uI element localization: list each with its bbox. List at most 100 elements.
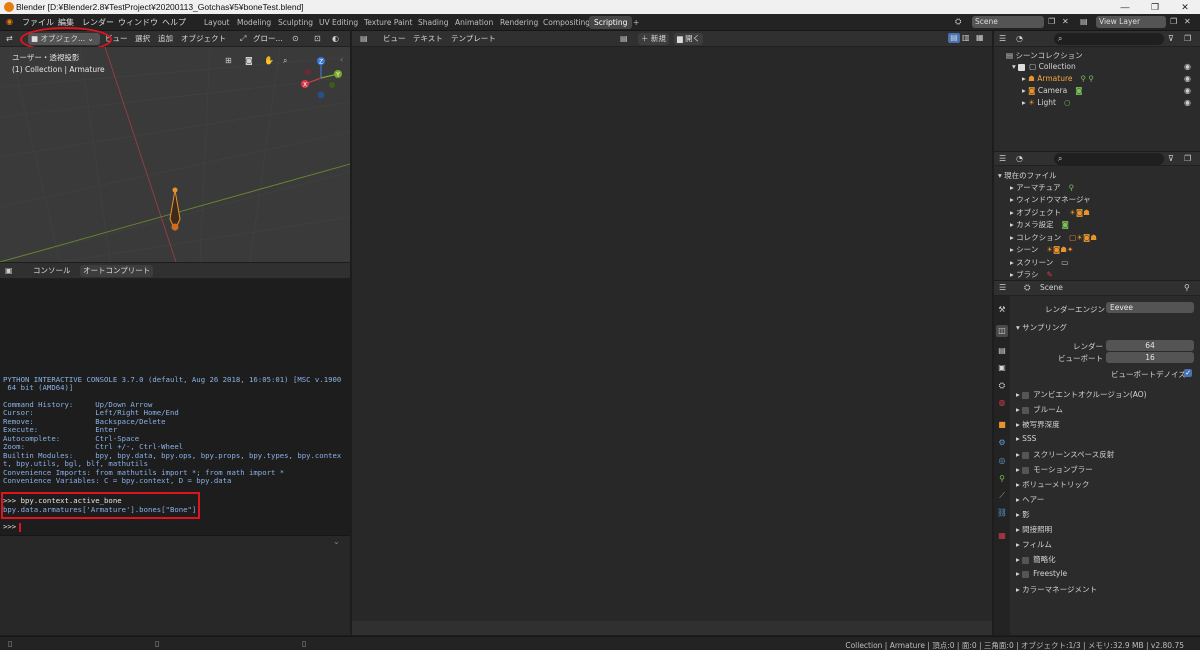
tab-animation[interactable]: Animation xyxy=(450,16,498,29)
display-mode-icon[interactable]: ◔ xyxy=(1016,154,1023,164)
tool-tab-icon[interactable]: ⚒ xyxy=(996,304,1008,316)
collection-row[interactable]: ▾ ▢ Collection xyxy=(1012,62,1076,71)
render-engine-select[interactable]: Eevee xyxy=(1106,302,1194,313)
list-item[interactable]: ▸ スクリーン ▭ xyxy=(1010,257,1068,268)
scene-selector[interactable]: Scene xyxy=(972,16,1044,28)
section-indirect-lighting[interactable]: ▸ 間接照明 xyxy=(1016,524,1052,535)
navigation-gizmo[interactable]: Z Y X xyxy=(296,53,346,103)
render-samples-field[interactable]: 64 xyxy=(1106,340,1194,351)
editor-type-icon[interactable]: ⇄ xyxy=(6,34,13,44)
camera-view-icon[interactable]: ◙ xyxy=(245,56,253,66)
word-wrap-icon[interactable]: ▥ xyxy=(962,33,970,43)
scene-tab-icon[interactable]: ⛭ xyxy=(996,380,1008,392)
armature-row[interactable]: ▸ ☗ Armature ⚲ ⚲ xyxy=(1022,74,1094,83)
visibility-eye-icon[interactable]: ◉ xyxy=(1184,62,1191,72)
menu-render[interactable]: レンダー xyxy=(82,17,114,28)
visibility-eye-icon[interactable]: ◉ xyxy=(1184,74,1191,84)
grid-view-icon[interactable]: ⊞ xyxy=(225,56,232,66)
tab-sculpting[interactable]: Sculpting xyxy=(273,16,318,29)
proportional-edit-icon[interactable]: ◐ xyxy=(332,34,339,44)
camera-row[interactable]: ▸ ◙ Camera ◙ xyxy=(1022,86,1083,95)
visibility-eye-icon[interactable]: ◉ xyxy=(1184,86,1191,96)
view-layer-tab-icon[interactable]: ▣ xyxy=(996,362,1008,374)
tab-layout[interactable]: Layout xyxy=(199,16,235,29)
pivot-icon[interactable]: ⊙ xyxy=(292,34,299,44)
section-volumetrics[interactable]: ▸ ボリューメトリック xyxy=(1016,479,1089,490)
tab-scripting[interactable]: Scripting xyxy=(589,16,633,29)
console-editor-icon[interactable]: ▣ xyxy=(5,266,13,276)
menu-templates[interactable]: テンプレート xyxy=(448,33,499,45)
info-editor[interactable]: ⌄ xyxy=(0,535,350,635)
tab-texture-paint[interactable]: Texture Paint xyxy=(359,16,417,29)
collection-checkbox[interactable] xyxy=(1018,63,1026,71)
3d-viewport[interactable]: ユーザー・透視投影 (1) Collection | Armature ⊞ ◙ … xyxy=(0,47,350,262)
close-button[interactable]: ✕ xyxy=(1170,0,1200,14)
properties-editor-icon[interactable]: ☰ xyxy=(999,283,1006,293)
menu-autocomplete[interactable]: オートコンプリート xyxy=(80,265,154,277)
list-item[interactable]: ▸ ウィンドウマネージャ xyxy=(1010,194,1091,205)
section-checkbox[interactable] xyxy=(1022,466,1030,474)
section-hair[interactable]: ▸ ヘアー xyxy=(1016,494,1044,505)
section-simplify[interactable]: ▸ 簡略化 xyxy=(1016,554,1056,565)
file-search-input[interactable]: ⌕ xyxy=(1054,153,1164,165)
visibility-eye-icon[interactable]: ◉ xyxy=(1184,98,1191,108)
tab-rendering[interactable]: Rendering xyxy=(495,16,543,29)
scene-icon[interactable]: ⛭ xyxy=(955,17,961,27)
filter-icon[interactable]: ⊽ xyxy=(1168,34,1174,44)
bone-tab-icon[interactable]: ⟋ xyxy=(996,490,1008,502)
section-shadows[interactable]: ▸ 影 xyxy=(1016,509,1030,520)
menu-help[interactable]: ヘルプ xyxy=(162,17,186,28)
transform-orientation-icon[interactable]: ⤢ xyxy=(240,34,246,44)
section-bloom[interactable]: ▸ ブルーム xyxy=(1016,404,1063,415)
section-checkbox[interactable] xyxy=(1022,391,1030,399)
new-icon[interactable]: ❐ xyxy=(1184,154,1191,164)
zoom-icon[interactable]: ⌕ xyxy=(283,56,287,66)
menu-object[interactable]: オブジェクト xyxy=(178,33,229,45)
list-item[interactable]: ▸ アーマチュア ⚲ xyxy=(1010,182,1074,193)
display-mode-icon[interactable]: ◔ xyxy=(1016,34,1023,44)
outliner-search-input[interactable]: ⌕ xyxy=(1054,33,1164,45)
viewport-denoise-checkbox[interactable]: ✓ xyxy=(1184,369,1192,377)
armature-data-tab-icon[interactable]: ⚲ xyxy=(996,473,1008,485)
maximize-button[interactable]: ❐ xyxy=(1140,0,1170,14)
menu-file[interactable]: ファイル xyxy=(22,17,54,28)
section-checkbox[interactable] xyxy=(1022,556,1030,564)
outliner[interactable]: ☰ ◔ ⌕ ⊽ ❐ ▤ シーンコレクション ▾ ▢ Collection ▸ ☗… xyxy=(994,31,1200,151)
section-checkbox[interactable] xyxy=(1022,570,1030,578)
snap-icon[interactable]: ⊡ xyxy=(314,34,321,44)
open-text-button[interactable]: ▆ 開く xyxy=(674,33,704,45)
menu-text-view[interactable]: ビュー xyxy=(380,33,409,45)
list-item[interactable]: ▸ ブラシ ✎ xyxy=(1010,269,1053,280)
transform-orientation-selector[interactable]: グロー... xyxy=(250,33,286,45)
section-color-management[interactable]: ▸ カラーマネージメント xyxy=(1016,584,1097,595)
list-item[interactable]: ▸ カメラ設定 ◙ xyxy=(1010,219,1069,230)
world-tab-icon[interactable]: ◍ xyxy=(996,397,1008,409)
text-datablock-icon[interactable]: ▤ xyxy=(620,34,628,44)
list-item[interactable]: ▸ コレクション ▢☀◙☗ xyxy=(1010,232,1097,243)
section-dof[interactable]: ▸ 被写界深度 xyxy=(1016,419,1060,430)
section-film[interactable]: ▸ フィルム xyxy=(1016,539,1052,550)
menu-select[interactable]: 選択 xyxy=(132,33,153,45)
minimize-button[interactable]: — xyxy=(1110,0,1140,14)
object-tab-icon[interactable]: ■ xyxy=(996,419,1008,431)
list-item[interactable]: ▸ シーン ☀◙☗✦ xyxy=(1010,244,1073,255)
outliner-editor-icon[interactable]: ☰ xyxy=(999,34,1006,44)
resize-handle-icon[interactable]: ⌄ xyxy=(333,537,340,547)
outliner-editor-icon[interactable]: ☰ xyxy=(999,154,1006,164)
view-layer-icon[interactable]: ▤ xyxy=(1080,17,1088,27)
constraint-tab-icon[interactable]: ⛓ xyxy=(996,507,1008,519)
sidebar-toggle-icon[interactable]: ‹ xyxy=(340,55,343,65)
section-ssr[interactable]: ▸ スクリーンスペース反射 xyxy=(1016,449,1114,460)
sampling-section[interactable]: ▾ サンプリング xyxy=(1016,322,1067,333)
output-tab-icon[interactable]: ▤ xyxy=(996,345,1008,357)
light-row[interactable]: ▸ ☀ Light ○ xyxy=(1022,98,1071,107)
armature-bone[interactable] xyxy=(169,187,181,232)
menu-window[interactable]: ウィンドウ xyxy=(118,17,158,28)
current-file-row[interactable]: ▾ 現在のファイル xyxy=(998,170,1057,181)
filter-icon[interactable]: ⊽ xyxy=(1168,154,1174,164)
tab-modeling[interactable]: Modeling xyxy=(232,16,276,29)
scene-collection-row[interactable]: ▤ シーンコレクション xyxy=(1006,50,1083,61)
modifier-tab-icon[interactable]: ⚙ xyxy=(996,437,1008,449)
delete-scene-icon[interactable]: ✕ xyxy=(1062,17,1069,27)
section-checkbox[interactable] xyxy=(1022,451,1030,459)
